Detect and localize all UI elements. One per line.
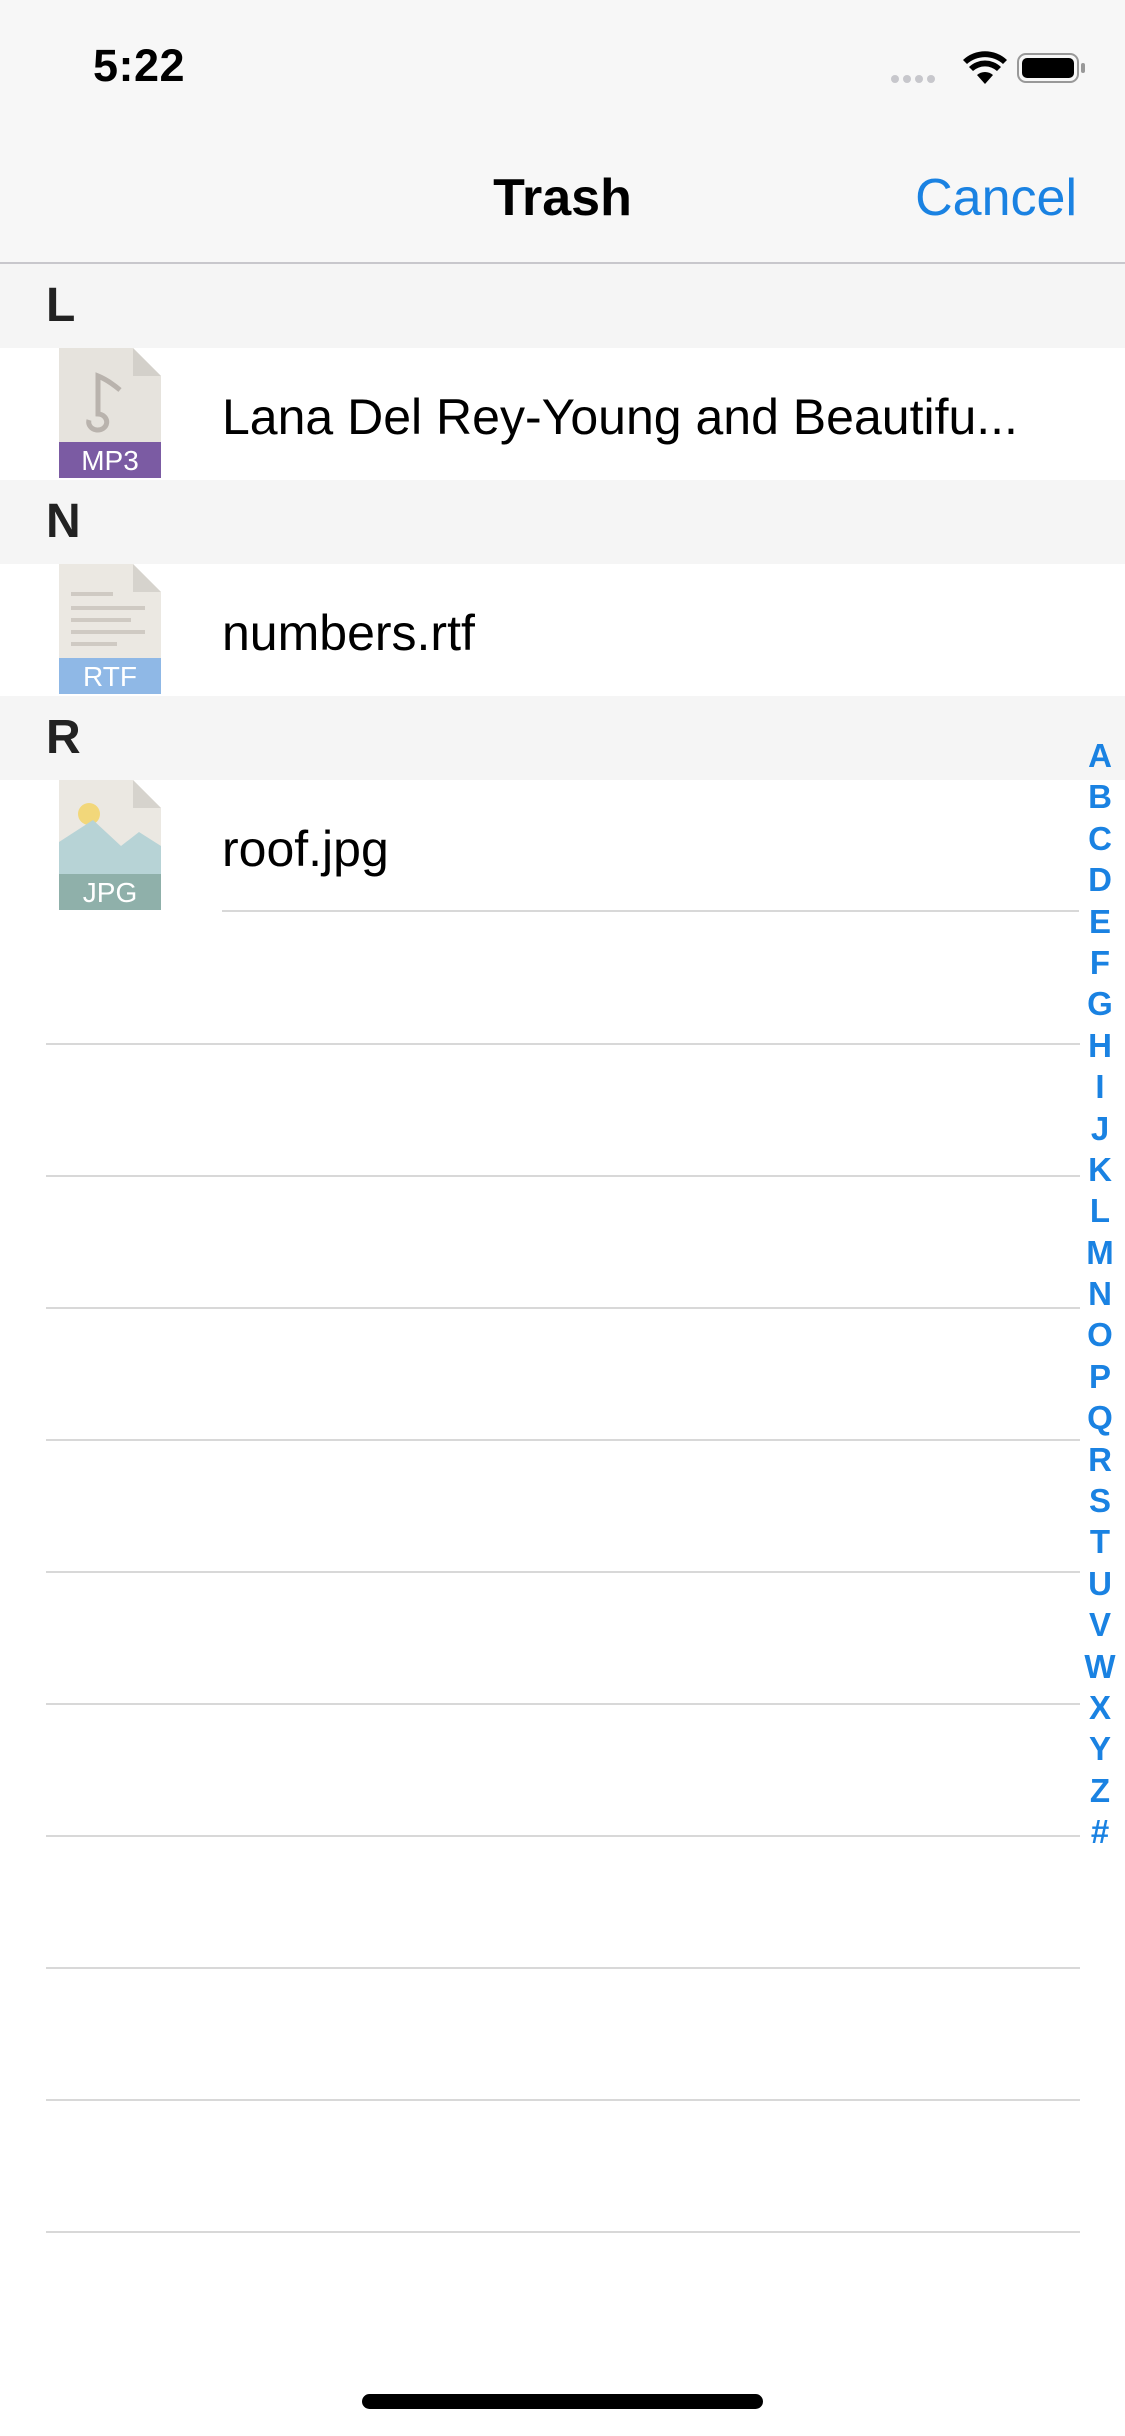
index-letter-t[interactable]: T: [1090, 1521, 1110, 1562]
section-index[interactable]: A B C D E F G H I J K L M N O P Q R S T …: [1083, 735, 1117, 1853]
file-type-label: RTF: [83, 661, 137, 692]
section-header-r: R: [0, 696, 1125, 780]
index-letter-s[interactable]: S: [1089, 1480, 1111, 1521]
index-letter-p[interactable]: P: [1089, 1356, 1111, 1397]
status-icons: [891, 51, 1085, 84]
index-letter-l[interactable]: L: [1090, 1190, 1110, 1231]
file-type-label: MP3: [81, 445, 139, 476]
empty-row-separator: [46, 1835, 1080, 1837]
section-letter: N: [46, 495, 81, 548]
wifi-icon: [963, 51, 1007, 84]
index-letter-o[interactable]: O: [1087, 1314, 1113, 1355]
section-letter: L: [46, 279, 76, 332]
index-letter-k[interactable]: K: [1088, 1149, 1112, 1190]
home-indicator[interactable]: [362, 2394, 763, 2409]
index-letter-g[interactable]: G: [1087, 983, 1113, 1024]
index-letter-hash[interactable]: #: [1091, 1811, 1109, 1852]
file-row-lana-del-rey[interactable]: MP3 Lana Del Rey-Young and Beautifu...: [0, 348, 1125, 480]
index-letter-u[interactable]: U: [1088, 1563, 1112, 1604]
empty-row-separator: [46, 1439, 1080, 1441]
empty-row-separator: [46, 2231, 1080, 2233]
cancel-button[interactable]: Cancel: [915, 168, 1077, 228]
empty-row-separator: [46, 1703, 1080, 1705]
navigation-bar: Trash Cancel: [0, 132, 1125, 264]
status-bar: 5:22: [0, 0, 1125, 132]
mp3-file-icon: MP3: [59, 348, 161, 478]
index-letter-n[interactable]: N: [1088, 1273, 1112, 1314]
index-letter-m[interactable]: M: [1086, 1232, 1114, 1273]
index-letter-w[interactable]: W: [1084, 1646, 1115, 1687]
index-letter-q[interactable]: Q: [1087, 1397, 1113, 1438]
empty-row-separator: [46, 1043, 1080, 1045]
index-letter-f[interactable]: F: [1090, 942, 1110, 983]
file-row-numbers-rtf[interactable]: RTF numbers.rtf: [0, 564, 1125, 696]
battery-icon: [1017, 53, 1085, 83]
empty-row-separator: [46, 1175, 1080, 1177]
index-letter-y[interactable]: Y: [1089, 1728, 1111, 1769]
file-type-label: JPG: [83, 877, 137, 908]
index-letter-b[interactable]: B: [1088, 776, 1112, 817]
file-name: roof.jpg: [222, 821, 389, 877]
row-separator: [222, 910, 1079, 912]
index-letter-z[interactable]: Z: [1090, 1770, 1110, 1811]
file-name: Lana Del Rey-Young and Beautifu...: [222, 389, 1018, 445]
rtf-file-icon: RTF: [59, 564, 161, 694]
index-letter-v[interactable]: V: [1089, 1604, 1111, 1645]
index-letter-j[interactable]: J: [1091, 1108, 1109, 1149]
section-header-n: N: [0, 480, 1125, 564]
file-name: numbers.rtf: [222, 605, 475, 661]
index-letter-e[interactable]: E: [1089, 901, 1111, 942]
empty-row-separator: [46, 1571, 1080, 1573]
index-letter-r[interactable]: R: [1088, 1439, 1112, 1480]
index-letter-c[interactable]: C: [1088, 818, 1112, 859]
index-letter-h[interactable]: H: [1088, 1025, 1112, 1066]
empty-row-separator: [46, 2099, 1080, 2101]
empty-row-separator: [46, 1967, 1080, 1969]
index-letter-i[interactable]: I: [1095, 1066, 1104, 1107]
index-letter-a[interactable]: A: [1088, 735, 1112, 776]
index-letter-x[interactable]: X: [1089, 1687, 1111, 1728]
status-time: 5:22: [93, 40, 186, 91]
section-letter: R: [46, 711, 81, 764]
cellular-signal-icon: [891, 75, 935, 83]
index-letter-d[interactable]: D: [1088, 859, 1112, 900]
jpg-file-icon: JPG: [59, 780, 161, 910]
file-row-roof-jpg[interactable]: JPG roof.jpg: [0, 780, 1125, 912]
section-header-l: L: [0, 264, 1125, 348]
empty-row-separator: [46, 1307, 1080, 1309]
